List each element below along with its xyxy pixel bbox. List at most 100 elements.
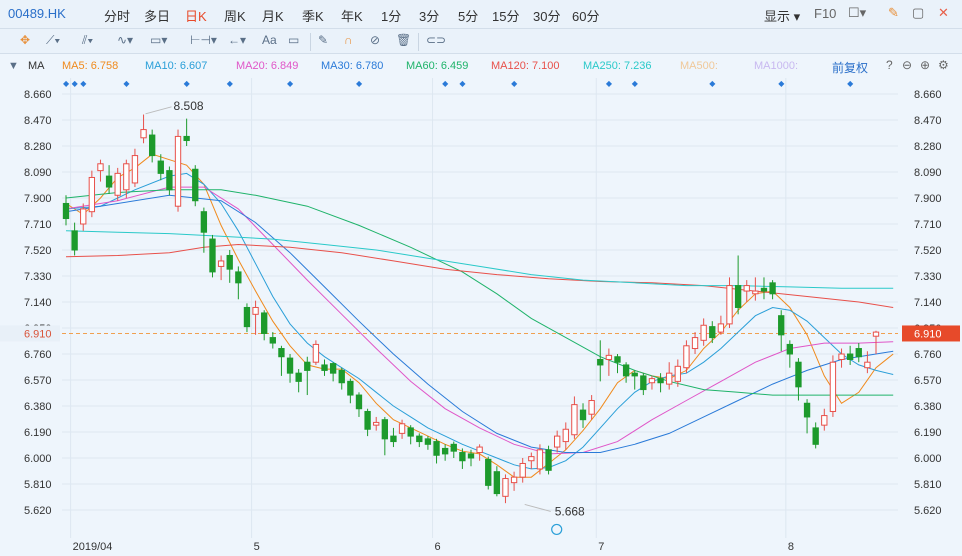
- candle-body: [338, 369, 345, 384]
- candle-body: [62, 202, 70, 220]
- candle-body: [528, 456, 535, 462]
- candle-body: [846, 353, 854, 360]
- event-dot-icon: ◆: [356, 79, 363, 88]
- y-tick-label-left: 8.660: [24, 89, 52, 101]
- ma-collapse-icon[interactable]: ▼: [8, 60, 19, 72]
- y-tick-label-right: 8.280: [914, 141, 942, 153]
- line-tool-icon[interactable]: ⟋▾: [46, 33, 60, 48]
- y-tick-label-left: 7.710: [24, 219, 52, 231]
- candle-body: [390, 435, 397, 443]
- candle-body: [373, 421, 380, 426]
- link-icon[interactable]: ⊂⊃: [426, 33, 446, 47]
- candle-body: [424, 438, 432, 445]
- crosshair-icon[interactable]: ✥: [20, 33, 30, 47]
- ma-legend-ma1000: MA1000:: [754, 60, 799, 72]
- y-tick-label-right: 6.380: [914, 401, 942, 413]
- candle-body: [217, 260, 225, 267]
- candle-body: [752, 290, 759, 295]
- divider: [310, 33, 311, 51]
- candle-body: [364, 410, 371, 430]
- text-tool-icon[interactable]: Aa: [262, 33, 277, 47]
- candle-body: [519, 462, 526, 478]
- candle-body: [872, 331, 880, 337]
- kline-chart[interactable]: 8.660 8.660 8.470 8.470 8.280 8.280 8.090 8.090…: [0, 78, 962, 556]
- candle-body: [553, 435, 561, 448]
- tab-period-10[interactable]: 15分: [492, 6, 519, 25]
- candle-body: [269, 337, 276, 344]
- event-dot-icon: ◆: [63, 79, 70, 88]
- help-icon[interactable]: ?: [886, 58, 893, 72]
- hide-icon[interactable]: ⊘: [370, 33, 380, 47]
- range-tool-icon[interactable]: ⊢⊣▾: [190, 33, 217, 47]
- candle-body: [700, 324, 707, 341]
- candle-body: [174, 135, 182, 207]
- trash-icon[interactable]: 🗑: [396, 33, 411, 47]
- tab-period-0[interactable]: 分时: [104, 6, 130, 25]
- y-tick-label-left: 8.470: [24, 115, 52, 127]
- tab-period-3[interactable]: 周K: [224, 6, 246, 25]
- pencil-icon[interactable]: ✎: [888, 5, 899, 21]
- candle-body: [803, 402, 811, 418]
- plus-icon[interactable]: ⊕: [920, 58, 930, 72]
- candle-body: [622, 364, 630, 377]
- event-dot-icon: ◆: [459, 79, 466, 88]
- candle-body: [545, 449, 552, 471]
- ma-legend-ma10: MA10: 6.607: [145, 60, 208, 72]
- candle-body: [278, 348, 285, 358]
- tab-period-12[interactable]: 60分: [572, 6, 599, 25]
- tab-period-1[interactable]: 多日: [144, 6, 170, 25]
- channel-tool-icon[interactable]: ⫽▾: [82, 33, 93, 48]
- candle-body: [295, 372, 302, 382]
- candle-body: [562, 428, 569, 443]
- adjust-mode-button[interactable]: 前复权: [832, 59, 868, 76]
- event-dot-icon: ◆: [847, 79, 854, 88]
- candle-body: [778, 315, 785, 336]
- magnet-icon[interactable]: ∩: [344, 33, 353, 47]
- y-tick-label-right: 7.710: [914, 219, 942, 231]
- candle-body: [329, 363, 337, 374]
- candle-body: [71, 230, 78, 251]
- stock-code[interactable]: 00489.HK: [8, 6, 66, 21]
- settings-icon[interactable]: ⚙: [938, 58, 949, 72]
- y-tick-label-left: 6.190: [24, 427, 52, 439]
- tab-period-11[interactable]: 30分: [533, 6, 560, 25]
- tab-period-2[interactable]: 日K: [185, 6, 207, 25]
- close-icon[interactable]: ✕: [938, 5, 949, 21]
- candle-body: [571, 404, 578, 436]
- display-dropdown[interactable]: 显示 ▾: [764, 6, 800, 25]
- arrow-tool-icon[interactable]: ←▾: [228, 33, 246, 47]
- minus-icon[interactable]: ⊖: [902, 58, 912, 72]
- candle-body: [579, 409, 587, 421]
- y-tick-label-right: 8.470: [914, 115, 942, 127]
- window-icon[interactable]: ▢: [912, 5, 924, 21]
- f10-button[interactable]: F10: [814, 6, 836, 21]
- ma-legend-ma30: MA30: 6.780: [321, 60, 384, 72]
- layout-toggle-icon[interactable]: ☐▾: [848, 5, 866, 21]
- candle-body: [200, 211, 208, 233]
- tab-period-9[interactable]: 5分: [458, 6, 478, 25]
- tab-period-5[interactable]: 季K: [302, 6, 324, 25]
- candle-body: [209, 238, 216, 273]
- comment-tool-icon[interactable]: ▭: [288, 33, 299, 47]
- candle-body: [261, 312, 268, 334]
- candle-body: [717, 323, 725, 333]
- ma-label[interactable]: MA: [28, 60, 45, 72]
- wave-tool-icon[interactable]: ∿▾: [117, 33, 133, 47]
- rect-tool-icon[interactable]: ▭▾: [150, 33, 167, 47]
- tab-period-7[interactable]: 1分: [381, 6, 401, 25]
- event-dot-icon: ◆: [442, 79, 449, 88]
- pen-tool-icon[interactable]: ✎: [318, 33, 328, 47]
- tab-period-8[interactable]: 3分: [419, 6, 439, 25]
- ma-legend-ma250: MA250: 7.236: [583, 60, 652, 72]
- candle-body: [855, 348, 862, 358]
- candle-body: [243, 306, 251, 328]
- candle-body: [683, 345, 690, 369]
- candle-body: [304, 361, 311, 371]
- tab-period-4[interactable]: 月K: [262, 6, 284, 25]
- display-label: 显示: [764, 9, 791, 24]
- candle-body: [631, 372, 638, 377]
- candle-body: [88, 176, 96, 213]
- y-tick-label-left: 7.520: [24, 245, 52, 257]
- tab-period-6[interactable]: 年K: [341, 6, 363, 25]
- candle-body: [648, 378, 656, 384]
